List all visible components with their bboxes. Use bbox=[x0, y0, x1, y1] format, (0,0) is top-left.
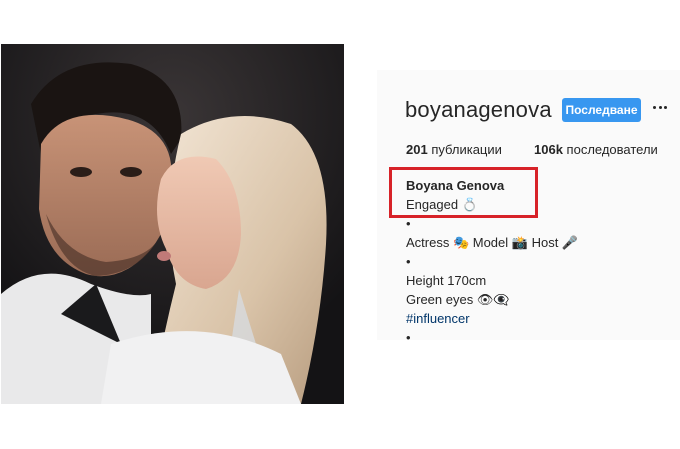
dot bbox=[664, 105, 667, 109]
posts-label: публикации bbox=[431, 142, 502, 157]
bio-eyes: Green eyes 👁👁‍🗨 bbox=[406, 292, 510, 307]
followers-stat[interactable]: 106k последователи bbox=[534, 142, 658, 157]
ellipsis-icon[interactable] bbox=[653, 100, 667, 114]
username: boyanagenova bbox=[405, 97, 552, 122]
bio-hashtag-link[interactable]: #influencer bbox=[406, 309, 578, 328]
posts-count: 201 bbox=[406, 142, 428, 157]
profile-photo bbox=[1, 44, 344, 404]
followers-count: 106k bbox=[534, 142, 563, 157]
highlight-annotation-box bbox=[389, 167, 538, 218]
bio-height: Height 170cm bbox=[406, 273, 487, 288]
dot bbox=[653, 105, 656, 109]
dot bbox=[658, 105, 662, 109]
follow-button[interactable]: Последване bbox=[562, 98, 641, 122]
bio-bullet: • bbox=[406, 254, 411, 269]
bio-bullet: • bbox=[406, 330, 411, 345]
bio-roles: Actress 🎭 Model 📸 Host 🎤 bbox=[406, 235, 579, 250]
followers-label: последователи bbox=[566, 142, 658, 157]
posts-stat[interactable]: 201 публикации bbox=[406, 142, 502, 157]
